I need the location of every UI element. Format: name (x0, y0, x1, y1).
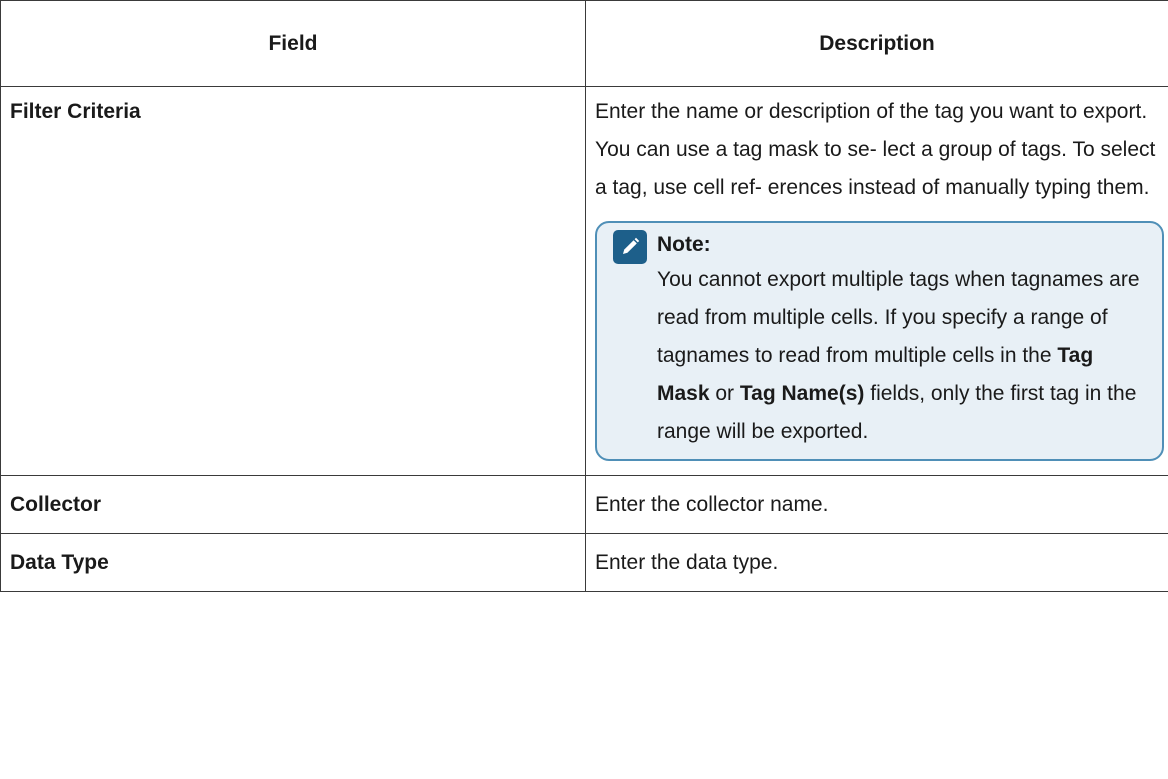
note-callout: Note: You cannot export multiple tags wh… (595, 221, 1164, 461)
description-cell: Enter the collector name. (585, 475, 1168, 534)
note-body: Note: You cannot export multiple tags wh… (657, 229, 1150, 451)
note-title: Note: (657, 233, 711, 256)
description-cell: Enter the data type. (585, 533, 1168, 592)
note-text: You cannot export multiple tags when tag… (657, 261, 1150, 451)
note-text-part2: or (715, 382, 735, 405)
table-header-row: Field Description (0, 0, 1168, 87)
field-name-cell: Collector (0, 475, 586, 534)
table-row: Collector Enter the collector name. (0, 475, 1168, 534)
header-description: Description (585, 0, 1168, 87)
description-cell: Enter the name or description of the tag… (585, 86, 1168, 476)
description-text: Enter the name or description of the tag… (595, 100, 1156, 199)
header-field: Field (0, 0, 586, 87)
field-name-cell: Filter Criteria (0, 86, 586, 476)
fields-table: Field Description Filter Criteria Enter … (0, 0, 1168, 592)
field-name-cell: Data Type (0, 533, 586, 592)
note-term-tag-names: Tag Name(s) (739, 382, 865, 405)
table-row: Data Type Enter the data type. (0, 533, 1168, 592)
table-row: Filter Criteria Enter the name or descri… (0, 86, 1168, 476)
edit-pencil-icon (613, 230, 647, 264)
